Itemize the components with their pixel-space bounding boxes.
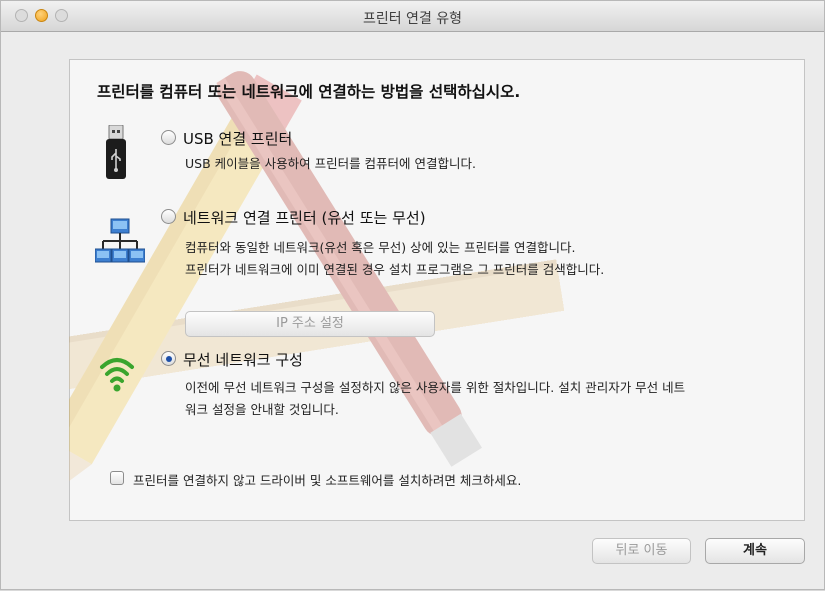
- radio-network[interactable]: [161, 209, 176, 224]
- page-heading: 프린터를 컴퓨터 또는 네트워크에 연결하는 방법을 선택하십시오.: [97, 83, 521, 101]
- option-desc-line: 이전에 무선 네트워크 구성을 설정하지 않은 사용자를 위한 절차입니다. 설…: [185, 380, 686, 395]
- network-icon: [95, 218, 145, 263]
- option-desc-network: 컴퓨터와 동일한 네트워크(유선 혹은 무선) 상에 있는 프린터를 연결합니다…: [185, 237, 604, 281]
- installer-window: 프린터 연결 유형 프린터를 컴퓨터 또는 네트워크에 연결하는 방법을 선택하…: [0, 0, 825, 590]
- option-desc-line: 워크 설정을 안내할 것입니다.: [185, 402, 339, 417]
- usb-icon: [106, 125, 126, 179]
- option-desc-line: 컴퓨터와 동일한 네트워크(유선 혹은 무선) 상에 있는 프린터를 연결합니다…: [185, 240, 576, 255]
- continue-button[interactable]: 계속: [705, 538, 805, 564]
- option-label-wireless: 무선 네트워크 구성: [183, 351, 303, 369]
- window-title: 프린터 연결 유형: [362, 11, 463, 27]
- content-panel: [69, 59, 805, 521]
- option-desc-usb: USB 케이블을 사용하여 프린터를 컴퓨터에 연결합니다.: [185, 153, 476, 175]
- option-label-network: 네트워크 연결 프린터 (유선 또는 무선): [183, 209, 426, 227]
- option-desc-wireless: 이전에 무선 네트워크 구성을 설정하지 않은 사용자를 위한 절차입니다. 설…: [185, 377, 685, 421]
- title-bar: 프린터 연결 유형: [1, 1, 824, 32]
- radio-usb[interactable]: [161, 130, 176, 145]
- back-button[interactable]: 뒤로 이동: [592, 538, 691, 564]
- ip-address-settings-button[interactable]: IP 주소 설정: [185, 311, 435, 337]
- install-without-connection-label: 프린터를 연결하지 않고 드라이버 및 소프트웨어를 설치하려면 체크하세요.: [133, 473, 522, 488]
- option-desc-line: USB 케이블을 사용하여 프린터를 컴퓨터에 연결합니다.: [185, 156, 477, 171]
- option-label-usb: USB 연결 프린터: [183, 130, 293, 148]
- wifi-icon: [100, 358, 134, 392]
- install-without-connection-checkbox[interactable]: [110, 471, 124, 485]
- radio-wireless[interactable]: [161, 351, 176, 366]
- option-desc-line: 프린터가 네트워크에 이미 연결된 경우 설치 프로그램은 그 프린터를 검색합…: [185, 262, 605, 277]
